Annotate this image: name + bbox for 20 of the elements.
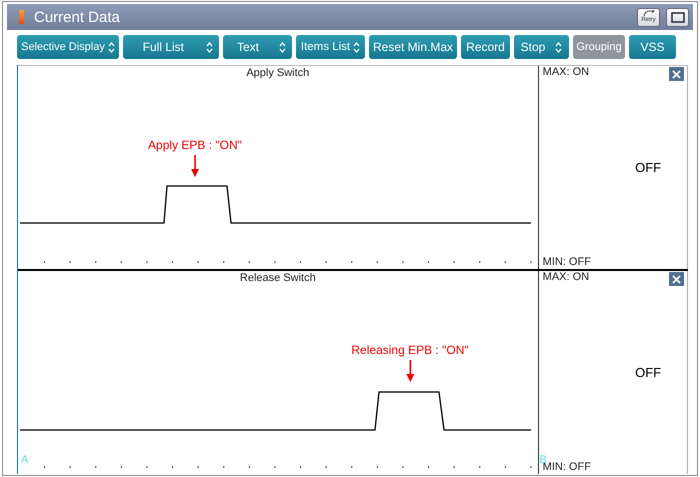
graph-title: Apply Switch	[246, 67, 310, 79]
toolbar-button[interactable]: Items List	[296, 35, 365, 59]
graph-title: Release Switch	[240, 272, 316, 284]
value-text: OFF	[635, 364, 662, 380]
annotation-text: Releasing EPB : "ON"	[351, 343, 469, 357]
cursor-label: A	[21, 454, 28, 466]
toolbar-button[interactable]: Text	[223, 35, 292, 59]
toolbar-button[interactable]: Full List	[123, 35, 219, 59]
toolbar-button[interactable]: Stop	[514, 35, 569, 59]
min-label: MIN: OFF	[542, 256, 592, 268]
toolbar-button[interactable]: Reset Min.Max	[369, 35, 457, 59]
toolbar-button[interactable]: VSS	[629, 35, 676, 59]
max-label: MAX: ON	[542, 271, 590, 283]
toolbar-button[interactable]: Selective Display	[17, 35, 119, 59]
value-text: OFF	[635, 160, 662, 174]
toolbar-button[interactable]: Record	[461, 35, 510, 59]
min-label: MIN: OFF	[542, 461, 592, 473]
annotation-text: Apply EPB : "ON"	[148, 138, 242, 152]
max-label: MAX: ON	[542, 66, 590, 78]
window-title: Current Data	[34, 8, 121, 26]
